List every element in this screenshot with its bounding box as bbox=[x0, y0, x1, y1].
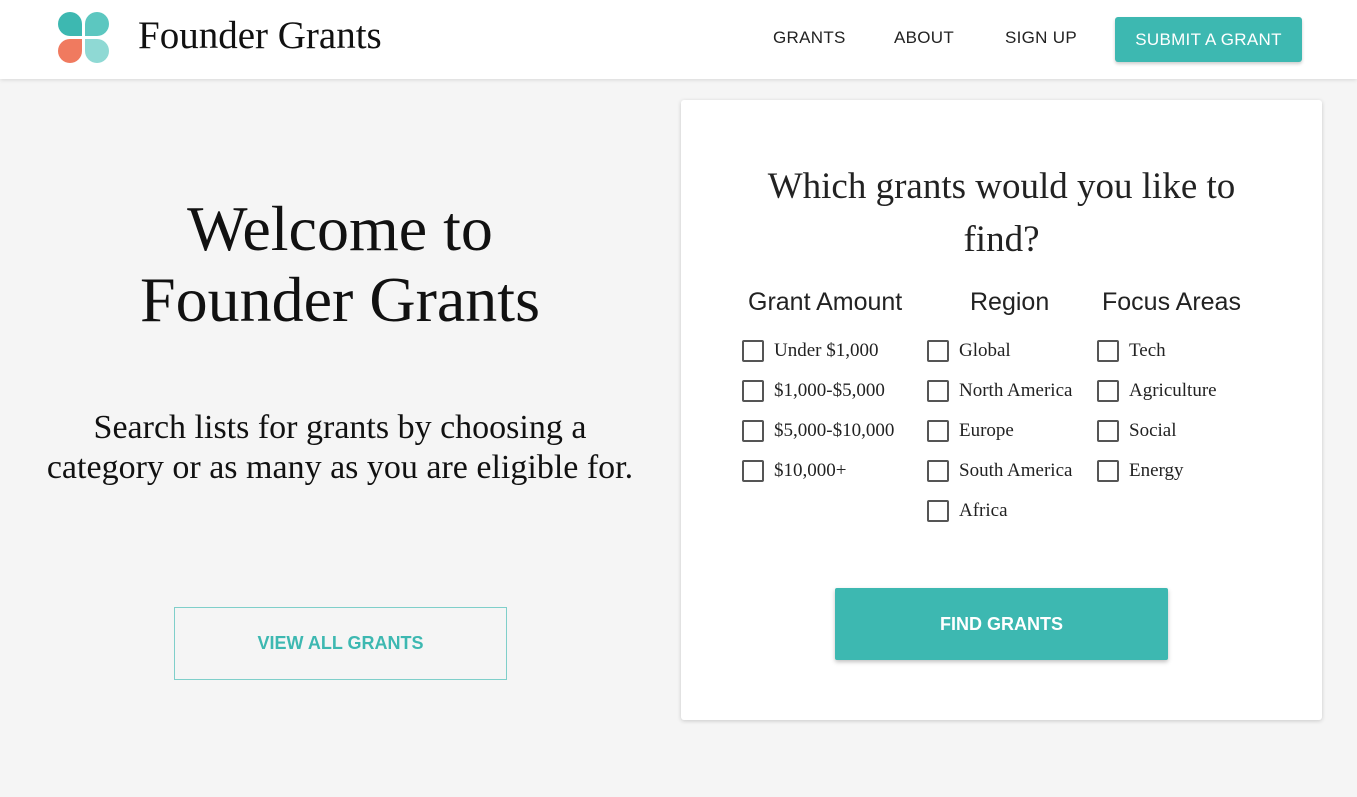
region-heading: Region bbox=[970, 288, 1050, 316]
checkbox[interactable] bbox=[1097, 380, 1119, 402]
hero-title: Welcome to Founder Grants bbox=[40, 193, 640, 335]
grant-search-card: Which grants would you like to find? Gra… bbox=[681, 100, 1322, 720]
checkbox[interactable] bbox=[927, 340, 949, 362]
brand-name[interactable]: Founder Grants bbox=[138, 13, 382, 58]
checkbox[interactable] bbox=[927, 460, 949, 482]
focus-option-energy[interactable]: Energy bbox=[1097, 458, 1184, 484]
region-option-europe[interactable]: Europe bbox=[927, 418, 1014, 444]
checkbox[interactable] bbox=[742, 460, 764, 482]
amount-option-5000-10000[interactable]: $5,000-$10,000 bbox=[742, 418, 894, 444]
amount-option-1000-5000[interactable]: $1,000-$5,000 bbox=[742, 378, 885, 404]
checkbox[interactable] bbox=[742, 340, 764, 362]
submit-grant-button[interactable]: SUBMIT A GRANT bbox=[1115, 17, 1302, 62]
find-grants-button[interactable]: FIND GRANTS bbox=[835, 588, 1168, 660]
checkbox[interactable] bbox=[742, 380, 764, 402]
hero-title-line-1: Welcome to bbox=[187, 193, 493, 264]
focus-option-social[interactable]: Social bbox=[1097, 418, 1177, 444]
checkbox[interactable] bbox=[927, 500, 949, 522]
checkbox[interactable] bbox=[1097, 420, 1119, 442]
checkbox[interactable] bbox=[1097, 460, 1119, 482]
region-option-south-america[interactable]: South America bbox=[927, 458, 1072, 484]
top-navbar: Founder Grants GRANTS ABOUT SIGN UP SUBM… bbox=[0, 0, 1357, 79]
checkbox[interactable] bbox=[927, 380, 949, 402]
grant-amount-heading: Grant Amount bbox=[748, 288, 903, 316]
amount-option-10000-plus[interactable]: $10,000+ bbox=[742, 458, 846, 484]
four-petal-logo-icon[interactable] bbox=[58, 12, 110, 64]
checkbox[interactable] bbox=[927, 420, 949, 442]
hero-title-line-2: Founder Grants bbox=[140, 264, 540, 335]
region-option-global[interactable]: Global bbox=[927, 338, 1011, 364]
amount-option-under-1000[interactable]: Under $1,000 bbox=[742, 338, 878, 364]
nav-link-grants[interactable]: GRANTS bbox=[773, 28, 846, 48]
region-option-africa[interactable]: Africa bbox=[927, 498, 1008, 524]
nav-link-about[interactable]: ABOUT bbox=[894, 28, 954, 48]
hero-subtitle: Search lists for grants by choosing a ca… bbox=[46, 409, 634, 486]
view-all-grants-button[interactable]: VIEW ALL GRANTS bbox=[174, 607, 507, 680]
checkbox[interactable] bbox=[742, 420, 764, 442]
nav-link-sign-up[interactable]: SIGN UP bbox=[1005, 28, 1077, 48]
search-card-title: Which grants would you like to find? bbox=[767, 166, 1236, 260]
region-option-north-america[interactable]: North America bbox=[927, 378, 1072, 404]
focus-option-tech[interactable]: Tech bbox=[1097, 338, 1166, 364]
focus-option-agriculture[interactable]: Agriculture bbox=[1097, 378, 1217, 404]
focus-areas-heading: Focus Areas bbox=[1102, 288, 1241, 316]
checkbox[interactable] bbox=[1097, 340, 1119, 362]
